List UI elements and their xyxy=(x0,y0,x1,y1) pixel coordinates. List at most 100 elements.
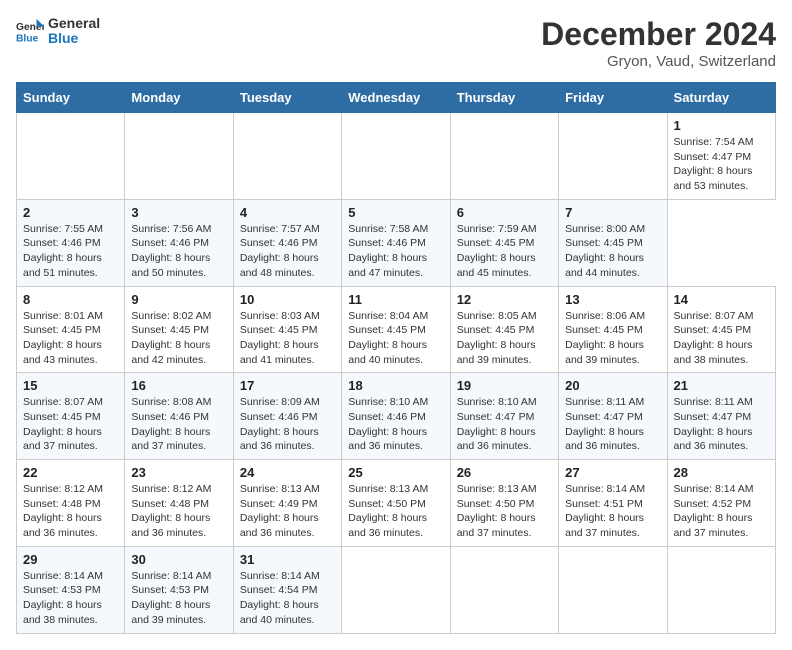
location-subtitle: Gryon, Vaud, Switzerland xyxy=(541,53,776,70)
logo: General Blue General Blue xyxy=(16,16,100,47)
day-number: 3 xyxy=(131,205,226,220)
day-detail: Sunrise: 8:08 AMSunset: 4:46 PMDaylight:… xyxy=(131,395,226,454)
day-number: 16 xyxy=(131,378,226,393)
calendar-cell: 3 Sunrise: 7:56 AMSunset: 4:46 PMDaylight… xyxy=(125,199,233,286)
day-number: 5 xyxy=(348,205,443,220)
calendar-cell xyxy=(342,113,450,200)
day-detail: Sunrise: 7:56 AMSunset: 4:46 PMDaylight:… xyxy=(131,222,226,281)
day-detail: Sunrise: 8:14 AMSunset: 4:54 PMDaylight:… xyxy=(240,569,335,628)
day-number: 21 xyxy=(674,378,769,393)
day-detail: Sunrise: 8:14 AMSunset: 4:53 PMDaylight:… xyxy=(23,569,118,628)
logo-icon: General Blue xyxy=(16,17,44,45)
day-detail: Sunrise: 8:14 AMSunset: 4:52 PMDaylight:… xyxy=(674,482,769,541)
day-detail: Sunrise: 8:00 AMSunset: 4:45 PMDaylight:… xyxy=(565,222,660,281)
week-row-3: 8Sunrise: 8:01 AMSunset: 4:45 PMDaylight… xyxy=(17,286,776,373)
day-number: 27 xyxy=(565,465,660,480)
day-number: 12 xyxy=(457,292,552,307)
day-detail: Sunrise: 7:59 AMSunset: 4:45 PMDaylight:… xyxy=(457,222,552,281)
calendar-cell: 27 Sunrise: 8:14 AMSunset: 4:51 PMDayligh… xyxy=(559,460,667,547)
day-number: 25 xyxy=(348,465,443,480)
calendar-cell: 12Sunrise: 8:05 AMSunset: 4:45 PMDayligh… xyxy=(450,286,558,373)
calendar-cell: 21Sunrise: 8:11 AMSunset: 4:47 PMDayligh… xyxy=(667,373,775,460)
day-detail: Sunrise: 8:03 AMSunset: 4:45 PMDaylight:… xyxy=(240,309,335,368)
calendar-cell: 28 Sunrise: 8:14 AMSunset: 4:52 PMDayligh… xyxy=(667,460,775,547)
day-number: 30 xyxy=(131,552,226,567)
calendar-cell: 19Sunrise: 8:10 AMSunset: 4:47 PMDayligh… xyxy=(450,373,558,460)
day-number: 2 xyxy=(23,205,118,220)
day-detail: Sunrise: 8:13 AMSunset: 4:49 PMDaylight:… xyxy=(240,482,335,541)
calendar-cell: 15Sunrise: 8:07 AMSunset: 4:45 PMDayligh… xyxy=(17,373,125,460)
svg-text:Blue: Blue xyxy=(16,34,39,45)
calendar-cell: 7Sunrise: 8:00 AMSunset: 4:45 PMDaylight… xyxy=(559,199,667,286)
day-number: 24 xyxy=(240,465,335,480)
day-detail: Sunrise: 8:02 AMSunset: 4:45 PMDaylight:… xyxy=(131,309,226,368)
day-detail: Sunrise: 7:55 AMSunset: 4:46 PMDaylight:… xyxy=(23,222,118,281)
day-detail: Sunrise: 8:11 AMSunset: 4:47 PMDaylight:… xyxy=(565,395,660,454)
calendar-cell: 1Sunrise: 7:54 AMSunset: 4:47 PMDaylight… xyxy=(667,113,775,200)
day-number: 20 xyxy=(565,378,660,393)
day-number: 22 xyxy=(23,465,118,480)
day-number: 18 xyxy=(348,378,443,393)
logo-wordmark: General Blue xyxy=(48,16,100,47)
day-detail: Sunrise: 8:01 AMSunset: 4:45 PMDaylight:… xyxy=(23,309,118,368)
calendar-cell xyxy=(342,546,450,633)
calendar-cell: 26 Sunrise: 8:13 AMSunset: 4:50 PMDayligh… xyxy=(450,460,558,547)
calendar-body: 1Sunrise: 7:54 AMSunset: 4:47 PMDaylight… xyxy=(17,113,776,634)
calendar-cell: 9 Sunrise: 8:02 AMSunset: 4:45 PMDaylight… xyxy=(125,286,233,373)
day-header-friday: Friday xyxy=(559,83,667,113)
day-number: 26 xyxy=(457,465,552,480)
calendar-cell: 16 Sunrise: 8:08 AMSunset: 4:46 PMDayligh… xyxy=(125,373,233,460)
day-number: 17 xyxy=(240,378,335,393)
calendar-cell xyxy=(559,113,667,200)
day-number: 23 xyxy=(131,465,226,480)
day-detail: Sunrise: 8:09 AMSunset: 4:46 PMDaylight:… xyxy=(240,395,335,454)
day-detail: Sunrise: 8:10 AMSunset: 4:46 PMDaylight:… xyxy=(348,395,443,454)
calendar-cell: 24 Sunrise: 8:13 AMSunset: 4:49 PMDayligh… xyxy=(233,460,341,547)
calendar-cell: 20 Sunrise: 8:11 AMSunset: 4:47 PMDayligh… xyxy=(559,373,667,460)
day-detail: Sunrise: 8:12 AMSunset: 4:48 PMDaylight:… xyxy=(23,482,118,541)
day-headers-row: SundayMondayTuesdayWednesdayThursdayFrid… xyxy=(17,83,776,113)
calendar-cell: 5 Sunrise: 7:58 AMSunset: 4:46 PMDaylight… xyxy=(342,199,450,286)
calendar-cell: 10 Sunrise: 8:03 AMSunset: 4:45 PMDayligh… xyxy=(233,286,341,373)
day-detail: Sunrise: 8:13 AMSunset: 4:50 PMDaylight:… xyxy=(348,482,443,541)
day-number: 31 xyxy=(240,552,335,567)
day-detail: Sunrise: 8:14 AMSunset: 4:51 PMDaylight:… xyxy=(565,482,660,541)
calendar-cell: 11Sunrise: 8:04 AMSunset: 4:45 PMDayligh… xyxy=(342,286,450,373)
day-number: 10 xyxy=(240,292,335,307)
calendar-cell: 14Sunrise: 8:07 AMSunset: 4:45 PMDayligh… xyxy=(667,286,775,373)
calendar-cell: 6 Sunrise: 7:59 AMSunset: 4:45 PMDaylight… xyxy=(450,199,558,286)
calendar-cell: 18 Sunrise: 8:10 AMSunset: 4:46 PMDayligh… xyxy=(342,373,450,460)
calendar-cell xyxy=(450,546,558,633)
day-detail: Sunrise: 7:58 AMSunset: 4:46 PMDaylight:… xyxy=(348,222,443,281)
day-number: 9 xyxy=(131,292,226,307)
calendar-cell xyxy=(559,546,667,633)
day-detail: Sunrise: 8:12 AMSunset: 4:48 PMDaylight:… xyxy=(131,482,226,541)
calendar-cell: 25 Sunrise: 8:13 AMSunset: 4:50 PMDayligh… xyxy=(342,460,450,547)
week-row-5: 22 Sunrise: 8:12 AMSunset: 4:48 PMDayligh… xyxy=(17,460,776,547)
week-row-2: 2 Sunrise: 7:55 AMSunset: 4:46 PMDaylight… xyxy=(17,199,776,286)
day-header-sunday: Sunday xyxy=(17,83,125,113)
week-row-6: 29Sunrise: 8:14 AMSunset: 4:53 PMDayligh… xyxy=(17,546,776,633)
day-header-monday: Monday xyxy=(125,83,233,113)
day-detail: Sunrise: 8:06 AMSunset: 4:45 PMDaylight:… xyxy=(565,309,660,368)
title-area: December 2024 Gryon, Vaud, Switzerland xyxy=(541,16,776,70)
calendar-cell: 23 Sunrise: 8:12 AMSunset: 4:48 PMDayligh… xyxy=(125,460,233,547)
calendar-cell xyxy=(667,546,775,633)
day-number: 4 xyxy=(240,205,335,220)
calendar-header: SundayMondayTuesdayWednesdayThursdayFrid… xyxy=(17,83,776,113)
calendar-cell: 4Sunrise: 7:57 AMSunset: 4:46 PMDaylight… xyxy=(233,199,341,286)
day-number: 28 xyxy=(674,465,769,480)
day-detail: Sunrise: 8:04 AMSunset: 4:45 PMDaylight:… xyxy=(348,309,443,368)
calendar-table: SundayMondayTuesdayWednesdayThursdayFrid… xyxy=(16,82,776,634)
day-detail: Sunrise: 8:13 AMSunset: 4:50 PMDaylight:… xyxy=(457,482,552,541)
day-header-tuesday: Tuesday xyxy=(233,83,341,113)
calendar-cell: 29Sunrise: 8:14 AMSunset: 4:53 PMDayligh… xyxy=(17,546,125,633)
week-row-1: 1Sunrise: 7:54 AMSunset: 4:47 PMDaylight… xyxy=(17,113,776,200)
calendar-cell: 13Sunrise: 8:06 AMSunset: 4:45 PMDayligh… xyxy=(559,286,667,373)
day-header-thursday: Thursday xyxy=(450,83,558,113)
month-year-title: December 2024 xyxy=(541,16,776,53)
day-number: 6 xyxy=(457,205,552,220)
calendar-cell xyxy=(125,113,233,200)
day-detail: Sunrise: 7:54 AMSunset: 4:47 PMDaylight:… xyxy=(674,135,769,194)
day-detail: Sunrise: 8:07 AMSunset: 4:45 PMDaylight:… xyxy=(23,395,118,454)
